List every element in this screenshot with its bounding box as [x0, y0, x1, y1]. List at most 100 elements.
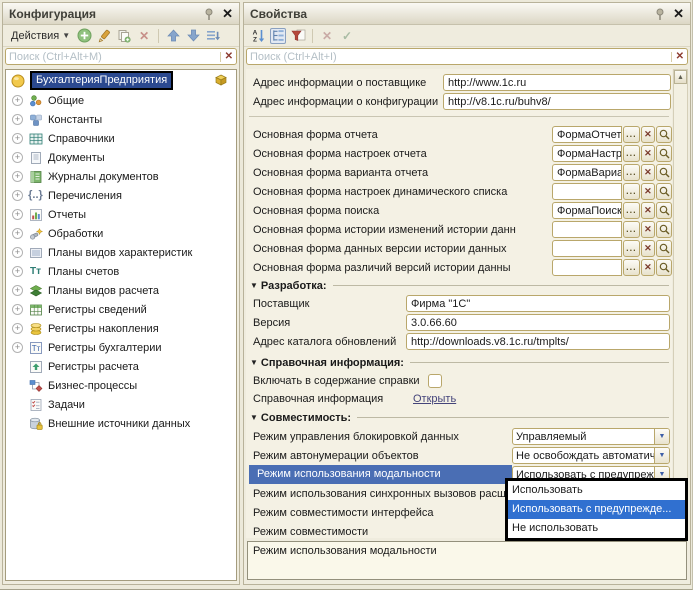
choose-button[interactable]: ...: [623, 145, 640, 162]
move-up-icon[interactable]: [165, 28, 181, 44]
main-report-form-input[interactable]: ФормаОтчета: [552, 126, 622, 143]
tree-item-accounting-registers[interactable]: + Тт Регистры бухгалтерии: [6, 338, 236, 357]
tree-root-label[interactable]: БухгалтерияПредприятия: [30, 71, 173, 90]
section-compatibility[interactable]: ▼ Совместимость:: [246, 409, 672, 426]
tree-item-tasks[interactable]: Задачи: [6, 395, 236, 414]
expand-icon[interactable]: +: [12, 323, 23, 334]
group-by-categories-icon[interactable]: [270, 28, 286, 44]
clear-button[interactable]: ✕: [641, 240, 655, 257]
tree-item-chart-of-characteristic-types[interactable]: + Планы видов характеристик: [6, 243, 236, 262]
expand-icon[interactable]: +: [12, 171, 23, 182]
expand-icon[interactable]: +: [12, 209, 23, 220]
choose-button[interactable]: ...: [623, 183, 640, 200]
clear-button[interactable]: ✕: [641, 202, 655, 219]
move-down-icon[interactable]: [185, 28, 201, 44]
open-magnifier-button[interactable]: [656, 126, 672, 143]
dropdown-option[interactable]: Использовать: [508, 481, 685, 500]
clear-button[interactable]: ✕: [641, 183, 655, 200]
choose-button[interactable]: ...: [623, 202, 640, 219]
update-catalog-url-input[interactable]: http://downloads.v8.1c.ru/tmplts/: [406, 333, 670, 350]
expand-icon[interactable]: +: [12, 228, 23, 239]
tree-item-dataprocessors[interactable]: + Обработки: [6, 224, 236, 243]
tree-item-chart-of-accounts[interactable]: + Тт Планы счетов: [6, 262, 236, 281]
open-magnifier-button[interactable]: [656, 164, 672, 181]
clear-button[interactable]: ✕: [641, 126, 655, 143]
open-magnifier-button[interactable]: [656, 221, 672, 238]
expand-icon[interactable]: +: [12, 114, 23, 125]
supplier-input[interactable]: Фирма "1С": [406, 295, 670, 312]
vertical-scrollbar[interactable]: ▲ ▼: [673, 69, 688, 538]
pin-icon[interactable]: [655, 8, 665, 20]
sort-alphabetical-icon[interactable]: AZ: [250, 28, 266, 44]
close-icon[interactable]: ✕: [673, 7, 684, 20]
section-development[interactable]: ▼ Разработка:: [246, 277, 672, 294]
clear-button[interactable]: ✕: [641, 259, 655, 276]
expand-icon[interactable]: +: [12, 247, 23, 258]
autonumber-mode-combobox[interactable]: Не освобождать автоматиче ▼: [512, 447, 670, 464]
main-version-diff-form-input[interactable]: [552, 259, 622, 276]
main-version-data-form-input[interactable]: [552, 240, 622, 257]
add-icon[interactable]: [76, 28, 92, 44]
close-icon[interactable]: ✕: [222, 7, 233, 20]
tree-item-catalogs[interactable]: + Справочники: [6, 129, 236, 148]
version-input[interactable]: 3.0.66.60: [406, 314, 670, 331]
main-dynlist-settings-form-input[interactable]: [552, 183, 622, 200]
choose-button[interactable]: ...: [623, 164, 640, 181]
expand-icon[interactable]: +: [12, 190, 23, 201]
filter-icon[interactable]: [290, 28, 306, 44]
tree-item-documents[interactable]: + Документы: [6, 148, 236, 167]
open-magnifier-button[interactable]: [656, 183, 672, 200]
expand-icon[interactable]: +: [12, 304, 23, 315]
tree-item-chart-of-calculation-types[interactable]: + Планы видов расчета: [6, 281, 236, 300]
dropdown-option[interactable]: Не использовать: [508, 519, 685, 538]
expand-icon[interactable]: +: [12, 95, 23, 106]
main-history-changes-form-input[interactable]: [552, 221, 622, 238]
expand-icon[interactable]: +: [12, 152, 23, 163]
tree-item-external-data-sources[interactable]: Внешние источники данных: [6, 414, 236, 433]
actions-menu-button[interactable]: Действия▼: [7, 29, 74, 43]
tree-item-common[interactable]: + Общие: [6, 91, 236, 110]
config-info-url-input[interactable]: http://v8.1c.ru/buhv8/: [443, 93, 671, 110]
choose-button[interactable]: ...: [623, 221, 640, 238]
clear-button[interactable]: ✕: [641, 145, 655, 162]
main-report-settings-form-input[interactable]: ФормаНастроекОтчет: [552, 145, 622, 162]
supplier-info-url-input[interactable]: http://www.1c.ru: [443, 74, 671, 91]
tree-item-information-registers[interactable]: + Регистры сведений: [6, 300, 236, 319]
clear-search-icon[interactable]: ✕: [220, 52, 233, 62]
open-magnifier-button[interactable]: [656, 202, 672, 219]
choose-button[interactable]: ...: [623, 259, 640, 276]
tree-item-accumulation-registers[interactable]: + Регистры накопления: [6, 319, 236, 338]
open-magnifier-button[interactable]: [656, 259, 672, 276]
clear-search-icon[interactable]: ✕: [671, 52, 684, 62]
tree-root-item[interactable]: БухгалтерияПредприятия: [6, 70, 236, 91]
expand-icon[interactable]: +: [12, 266, 23, 277]
chevron-down-icon[interactable]: ▼: [654, 448, 669, 463]
open-help-link[interactable]: Открыть: [413, 393, 456, 405]
clear-button[interactable]: ✕: [641, 221, 655, 238]
delete-icon[interactable]: ✕: [136, 28, 152, 44]
include-in-help-checkbox[interactable]: [428, 374, 442, 388]
expand-icon[interactable]: +: [12, 133, 23, 144]
tree-item-reports[interactable]: + Отчеты: [6, 205, 236, 224]
search-input[interactable]: Поиск (Ctrl+Alt+I) ✕: [246, 48, 688, 65]
property-label-selected[interactable]: Режим использования модальности: [249, 465, 512, 484]
lock-mode-combobox[interactable]: Управляемый ▼: [512, 428, 670, 445]
tree-item-calculation-registers[interactable]: Регистры расчета: [6, 357, 236, 376]
chevron-down-icon[interactable]: ▼: [654, 429, 669, 444]
scroll-up-icon[interactable]: ▲: [674, 70, 687, 84]
clear-button[interactable]: ✕: [641, 164, 655, 181]
expand-icon[interactable]: +: [12, 285, 23, 296]
copy-icon[interactable]: [116, 28, 132, 44]
pin-icon[interactable]: [204, 8, 214, 20]
dropdown-option-selected[interactable]: Использовать с предупрежде...: [508, 500, 685, 519]
main-search-form-input[interactable]: ФормаПоиска: [552, 202, 622, 219]
open-magnifier-button[interactable]: [656, 145, 672, 162]
tree-item-enums[interactable]: + {..} Перечисления: [6, 186, 236, 205]
choose-button[interactable]: ...: [623, 126, 640, 143]
main-report-variant-form-input[interactable]: ФормаВариантаОтчет: [552, 164, 622, 181]
search-input[interactable]: Поиск (Ctrl+Alt+M) ✕: [5, 48, 237, 65]
tree-item-business-processes[interactable]: Бизнес-процессы: [6, 376, 236, 395]
tree-item-constants[interactable]: + Константы: [6, 110, 236, 129]
section-help-info[interactable]: ▼ Справочная информация:: [246, 354, 672, 371]
edit-pencil-icon[interactable]: [96, 28, 112, 44]
